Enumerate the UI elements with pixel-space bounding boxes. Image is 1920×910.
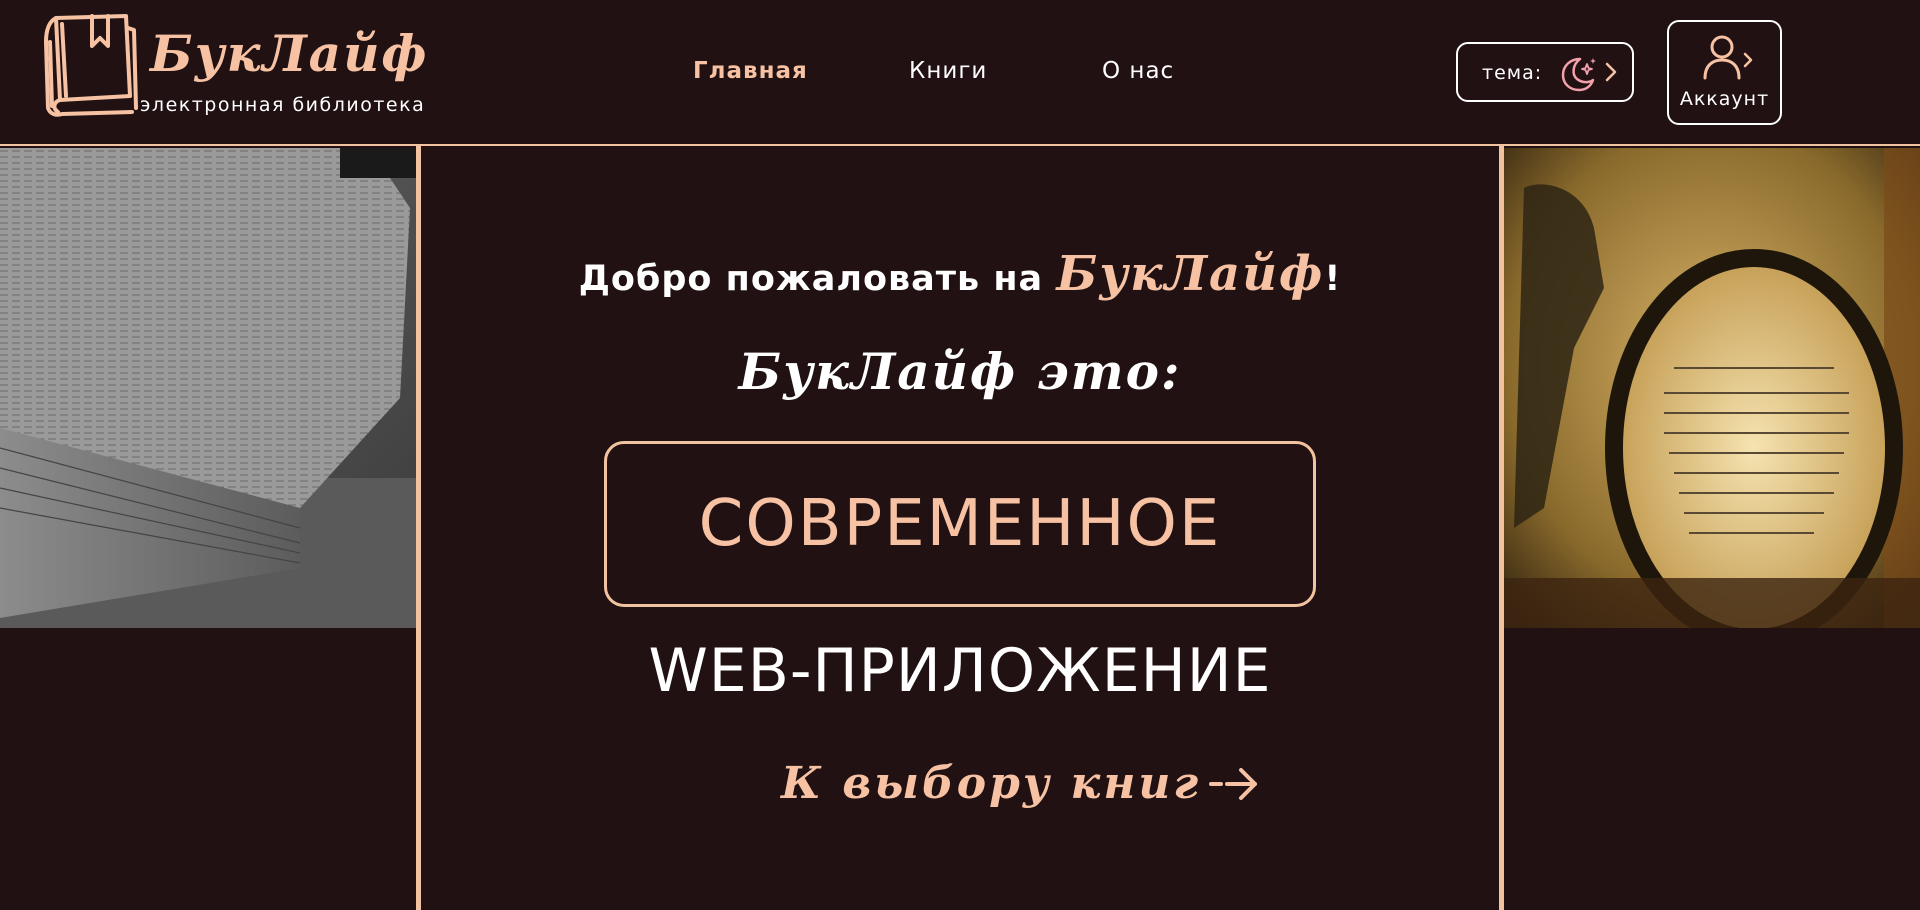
theme-label: тема: <box>1482 62 1543 84</box>
arrow-right-icon <box>1209 767 1258 800</box>
theme-toggle-button[interactable]: тема: <box>1456 42 1634 102</box>
welcome-brand: БукЛайф <box>1056 246 1325 302</box>
magnifier-photo <box>1504 148 1920 628</box>
moon-stars-icon <box>1561 57 1596 92</box>
book-logo-icon <box>44 14 138 117</box>
nav-about[interactable]: О нас <box>1102 58 1174 84</box>
welcome-suffix: ! <box>1324 259 1342 299</box>
account-button[interactable]: Аккаунт <box>1667 20 1782 125</box>
magnifier-image <box>1504 148 1920 628</box>
account-label: Аккаунт <box>1679 88 1770 110</box>
chevron-right-icon <box>1605 62 1617 82</box>
hero-panel: Добро пожаловать на БукЛайф! БукЛайф это… <box>416 146 1504 910</box>
user-icon <box>1703 35 1753 80</box>
open-book-image <box>0 148 416 628</box>
highlight-box: СОВРЕМЕННОЕ <box>604 441 1316 607</box>
logo[interactable]: БукЛайф электронная библиотека <box>42 12 427 122</box>
tagline: БукЛайф это: <box>738 342 1182 401</box>
open-book-photo <box>0 148 416 628</box>
subline: WEB-ПРИЛОЖЕНИЕ <box>648 636 1272 706</box>
logo-name: БукЛайф <box>150 24 429 83</box>
nav-books[interactable]: Книги <box>909 58 987 84</box>
cta-label: К выбору книг <box>781 758 1202 809</box>
welcome-heading: Добро пожаловать на БукЛайф! <box>421 246 1499 302</box>
header: БукЛайф электронная библиотека Главная К… <box>0 0 1920 146</box>
nav-home[interactable]: Главная <box>693 58 808 84</box>
choose-books-link[interactable]: К выбору книг <box>781 758 1261 828</box>
welcome-prefix: Добро пожаловать на <box>578 259 1057 299</box>
logo-subtitle: электронная библиотека <box>140 94 426 116</box>
